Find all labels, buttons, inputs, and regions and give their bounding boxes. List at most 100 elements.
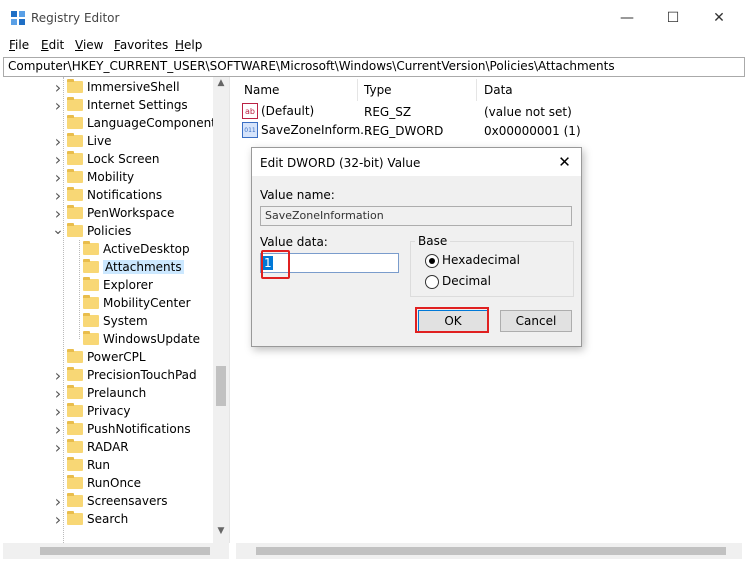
scroll-down-icon[interactable]: ▼: [213, 526, 229, 540]
hexadecimal-label[interactable]: Hexadecimal: [442, 253, 520, 267]
menu-view-accel: V: [75, 38, 83, 52]
value-name-text: SaveZoneInformation: [265, 209, 384, 222]
tree-item[interactable]: › Lock Screen: [53, 150, 160, 169]
chevron-right-icon[interactable]: ›: [53, 150, 63, 169]
folder-icon: [67, 205, 83, 219]
tree-scrollbar[interactable]: [213, 77, 229, 543]
chevron-right-icon[interactable]: ›: [53, 402, 63, 421]
hexadecimal-radio[interactable]: [425, 254, 439, 268]
key-tree[interactable]: › ImmersiveShell › Internet Settings Languag…: [3, 77, 230, 543]
tree-item[interactable]: › PushNotifications: [53, 420, 191, 439]
tree-item[interactable]: › RADAR: [53, 438, 129, 457]
chevron-right-icon[interactable]: ›: [53, 438, 63, 457]
decimal-radio[interactable]: [425, 275, 439, 289]
menu-edit[interactable]: Edit: [41, 38, 64, 52]
value-row[interactable]: ab (Default): [242, 102, 314, 120]
address-path[interactable]: Computer\HKEY_CURRENT_USER\SOFTWARE\Micr…: [8, 59, 615, 73]
column-header-name[interactable]: Name: [244, 83, 279, 97]
tree-item[interactable]: › PrecisionTouchPad: [53, 366, 197, 385]
decimal-label[interactable]: Decimal: [442, 274, 491, 288]
column-header-type[interactable]: Type: [364, 83, 392, 97]
chevron-right-icon[interactable]: ›: [53, 186, 63, 205]
chevron-right-icon[interactable]: ›: [53, 510, 63, 529]
tree-item[interactable]: › Prelaunch: [53, 384, 146, 403]
tree-item[interactable]: › Notifications: [53, 186, 162, 205]
chevron-right-icon[interactable]: ›: [53, 366, 63, 385]
tree-item[interactable]: LanguageComponentsI: [53, 114, 226, 132]
menu-view[interactable]: View: [75, 38, 103, 52]
tree-item[interactable]: ActiveDesktop: [69, 240, 190, 258]
tree-hscroll-thumb[interactable]: [40, 547, 210, 555]
tree-item[interactable]: System: [69, 312, 148, 330]
value-data: (value not set): [484, 105, 572, 119]
tree-scroll-thumb[interactable]: [216, 366, 226, 406]
chevron-right-icon[interactable]: ›: [53, 204, 63, 223]
cancel-button[interactable]: Cancel: [500, 310, 572, 332]
tree-item[interactable]: › Live: [53, 132, 112, 151]
folder-icon: [67, 133, 83, 147]
column-divider[interactable]: [476, 79, 477, 101]
scroll-up-icon[interactable]: ▲: [213, 78, 229, 92]
chevron-right-icon[interactable]: ›: [53, 132, 63, 151]
tree-item[interactable]: › Search: [53, 510, 128, 529]
tree-item[interactable]: ⌄ Policies: [52, 222, 131, 240]
tree-item-label: Run: [87, 458, 111, 472]
column-divider[interactable]: [357, 79, 358, 101]
folder-icon: [83, 295, 99, 309]
maximize-button[interactable]: ☐: [650, 0, 696, 36]
base-group: [410, 241, 574, 297]
tree-item-label: MobilityCenter: [103, 296, 191, 310]
folder-icon: [67, 223, 83, 237]
edit-dword-dialog: Edit DWORD (32-bit) Value ✕ Value name: …: [251, 147, 582, 347]
folder-icon: [67, 439, 83, 453]
list-hscroll-thumb[interactable]: [256, 547, 726, 555]
maximize-icon: ☐: [666, 10, 680, 26]
folder-icon: [67, 115, 83, 129]
close-button[interactable]: ✕: [696, 0, 742, 36]
tree-item[interactable]: MobilityCenter: [69, 294, 191, 312]
tree-item[interactable]: › Privacy: [53, 402, 131, 421]
folder-icon: [83, 259, 99, 273]
menu-favorites[interactable]: Favorites: [114, 38, 168, 52]
tree-item[interactable]: › Screensavers: [53, 492, 168, 511]
tree-item[interactable]: Attachments: [69, 258, 184, 276]
folder-icon: [67, 367, 83, 381]
tree-item[interactable]: Explorer: [69, 276, 153, 294]
tree-item[interactable]: › Internet Settings: [53, 96, 188, 115]
address-bar[interactable]: Computer\HKEY_CURRENT_USER\SOFTWARE\Micr…: [3, 57, 745, 77]
menu-help-label: elp: [184, 38, 203, 52]
chevron-right-icon[interactable]: ›: [53, 168, 63, 187]
menu-help[interactable]: Help: [175, 38, 202, 52]
minimize-button[interactable]: —: [604, 0, 650, 36]
chevron-down-icon[interactable]: ⌄: [52, 222, 64, 240]
folder-icon: [67, 457, 83, 471]
value-name-label: Value name:: [260, 188, 335, 202]
dialog-close-button[interactable]: ✕: [548, 148, 581, 176]
tree-item-label: Internet Settings: [87, 98, 188, 112]
tree-item[interactable]: › ImmersiveShell: [53, 78, 180, 97]
value-type: REG_SZ: [364, 105, 412, 119]
menu-file[interactable]: File: [9, 38, 29, 52]
value-row[interactable]: 011 SaveZoneInform...: [242, 121, 372, 139]
tree-item[interactable]: › Mobility: [53, 168, 134, 187]
chevron-right-icon[interactable]: ›: [53, 78, 63, 97]
tree-item-label: PrecisionTouchPad: [87, 368, 197, 382]
tree-item[interactable]: WindowsUpdate: [69, 330, 200, 348]
close-icon: ✕: [713, 10, 725, 26]
chevron-right-icon[interactable]: ›: [53, 384, 63, 403]
column-header-data[interactable]: Data: [484, 83, 513, 97]
tree-item[interactable]: › PenWorkspace: [53, 204, 175, 223]
tree-item[interactable]: PowerCPL: [53, 348, 146, 366]
menu-file-label: ile: [15, 38, 30, 52]
chevron-right-icon[interactable]: ›: [53, 420, 63, 439]
chevron-right-icon[interactable]: ›: [53, 96, 63, 115]
tree-item[interactable]: Run: [53, 456, 110, 474]
dialog-title: Edit DWORD (32-bit) Value: [260, 156, 421, 170]
folder-icon: [67, 79, 83, 93]
folder-icon: [83, 331, 99, 345]
chevron-right-icon[interactable]: ›: [53, 492, 63, 511]
tree-item-label: RADAR: [87, 440, 129, 454]
tree-item[interactable]: RunOnce: [53, 474, 141, 492]
